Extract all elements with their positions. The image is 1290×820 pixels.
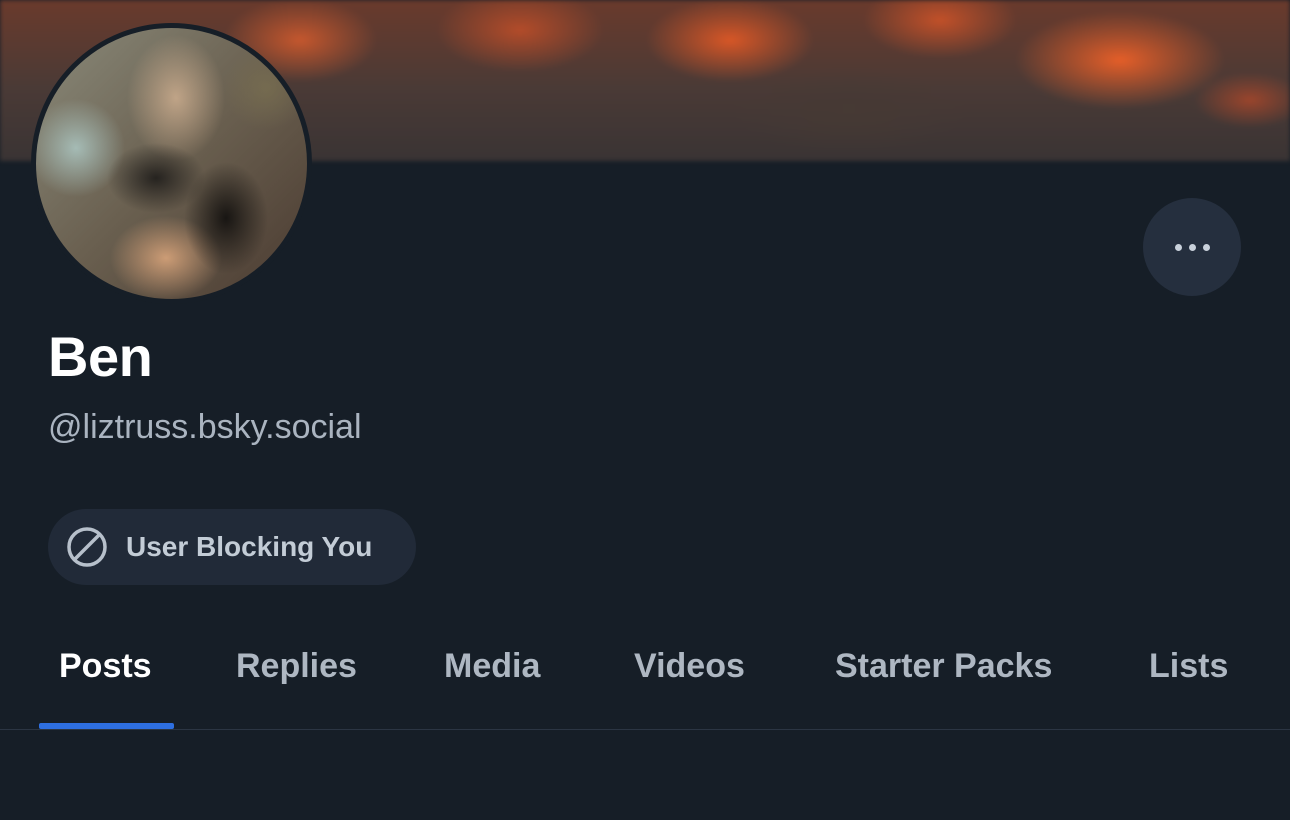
ban-icon [67,527,107,567]
blocking-status-label: User Blocking You [126,531,373,562]
more-horizontal-icon [1174,243,1182,251]
active-tab-indicator [39,723,174,729]
tab-starter-packs[interactable]: Starter Packs [835,644,1052,688]
profile-avatar[interactable] [31,23,312,304]
more-horizontal-icon [1202,243,1210,251]
tab-videos[interactable]: Videos [634,644,745,688]
more-options-button[interactable] [1143,198,1241,296]
user-handle: @liztruss.bsky.social [48,408,362,446]
blocking-status-badge: User Blocking You [48,509,416,585]
profile-page: Ben @liztruss.bsky.social User Blocking … [0,0,1290,820]
profile-tabs: Posts Replies Media Videos Starter Packs… [0,620,1290,730]
tab-lists[interactable]: Lists [1149,644,1228,688]
display-name: Ben [48,325,153,388]
tab-replies[interactable]: Replies [236,644,357,688]
more-horizontal-icon [1188,243,1196,251]
tab-posts[interactable]: Posts [59,644,152,688]
tab-media[interactable]: Media [444,644,540,688]
